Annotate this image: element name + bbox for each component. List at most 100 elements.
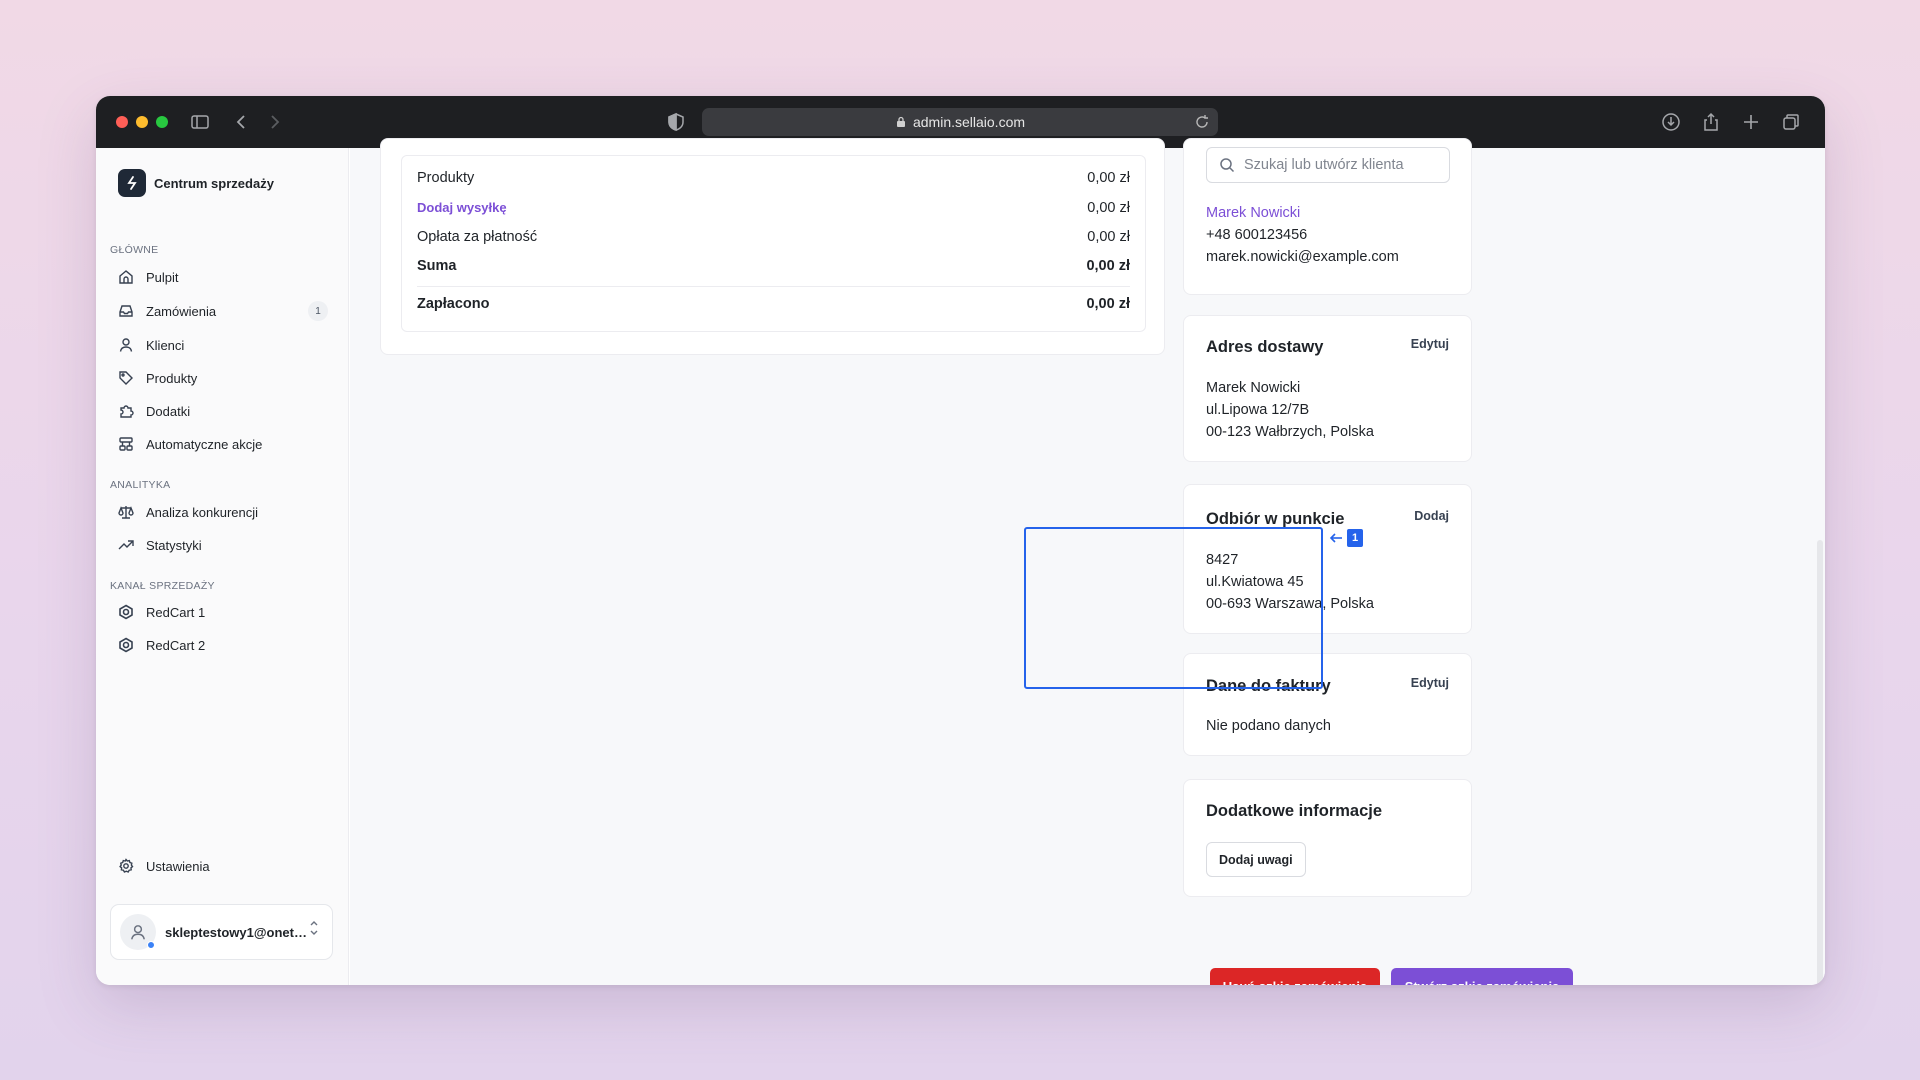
sidebar-item-orders[interactable]: Zamówienia 1 [118,299,328,323]
search-icon [1220,158,1235,173]
browser-window: admin.sellaio.com Centrum sprzedaży GŁÓW… [96,96,1825,985]
summary-label: Opłata za płatność [417,229,538,245]
card-title: Dane do faktury [1206,677,1331,695]
sidebar-item-redcart-2[interactable]: RedCart 2 [118,633,328,657]
sidebar-item-addons[interactable]: Dodatki [118,399,328,423]
summary-row-payment-fee: Opłata za płatność 0,00 zł [417,229,1130,245]
card-title: Odbiór w punkcie [1206,510,1345,528]
address-bar[interactable]: admin.sellaio.com [702,108,1218,136]
sidebar-item-automations[interactable]: Automatyczne akcje [118,432,328,456]
home-icon [118,269,134,285]
summary-label: Zapłacono [417,296,490,312]
summary-row-paid: Zapłacono 0,00 zł [417,296,1130,312]
forward-arrow-icon[interactable] [264,112,284,132]
sidebar-item-customers[interactable]: Klienci [118,333,328,357]
customer-search-input[interactable]: Szukaj lub utwórz klienta [1206,147,1450,183]
pickup-code: 8427 [1206,552,1239,568]
brand-logo-icon [118,169,146,197]
address-name: Marek Nowicki [1206,380,1301,396]
customer-email: marek.nowicki@example.com [1206,249,1399,265]
sidebar-item-label: Ustawienia [146,858,210,874]
summary-value: 0,00 zł [1087,200,1130,216]
trending-up-icon [118,537,134,553]
create-draft-order-button[interactable]: Stwórz szkic zamówienia [1391,968,1573,985]
section-label-analytics: ANALITYKA [110,479,171,491]
summary-value: 0,00 zł [1086,296,1130,312]
hexagon-logo-icon [118,637,134,653]
section-label-channel: KANAŁ SPRZEDAŻY [110,580,215,592]
sidebar-item-settings[interactable]: Ustawienia [118,854,328,878]
sidebar-item-competition[interactable]: Analiza konkurencji [118,500,328,524]
edit-invoice-data-button[interactable]: Edytuj [1411,676,1449,690]
tab-overview-icon[interactable] [1781,112,1801,132]
summary-row-products: Produkty 0,00 zł [417,170,1130,186]
summary-label: Produkty [417,170,475,186]
downloads-icon[interactable] [1661,112,1681,132]
sidebar-item-label: Produkty [146,370,198,386]
gear-icon [118,858,134,874]
summary-row-shipping: Dodaj wysyłkę 0,00 zł [417,200,1130,216]
marker-number: 1 [1347,529,1363,547]
summary-row-total: Suma 0,00 zł [417,258,1130,274]
workflow-icon [118,436,134,452]
window-controls [116,116,168,128]
sidebar-toggle-icon[interactable] [190,112,210,132]
user-icon [118,337,134,353]
customer-phone: +48 600123456 [1206,227,1308,243]
scale-icon [118,504,134,520]
sidebar-item-statistics[interactable]: Statystyki [118,533,328,557]
pickup-city: 00-693 Warszawa, Polska [1206,596,1374,612]
avatar [120,914,156,950]
close-window-button[interactable] [116,116,128,128]
account-switcher[interactable]: skleptestowy1@onet.pl [110,904,333,960]
sidebar-item-products[interactable]: Produkty [118,366,328,390]
customer-card: Szukaj lub utwórz klienta Marek Nowicki … [1183,138,1472,295]
summary-value: 0,00 zł [1087,170,1130,186]
address-city: 00-123 Wałbrzych, Polska [1206,424,1374,440]
invoice-empty-text: Nie podano danych [1206,718,1331,734]
maximize-window-button[interactable] [156,116,168,128]
customer-name-link[interactable]: Marek Nowicki [1206,205,1300,221]
brand-name: Centrum sprzedaży [154,175,274,191]
arrow-left-icon [1329,533,1342,543]
order-summary-table: Produkty 0,00 zł Dodaj wysyłkę 0,00 zł O… [401,155,1146,332]
hexagon-logo-icon [118,604,134,620]
user-icon [131,925,145,940]
add-pickup-point-button[interactable]: Dodaj [1414,509,1449,523]
new-tab-icon[interactable] [1741,112,1761,132]
sidebar-item-label: Klienci [146,337,185,353]
sidebar-item-label: RedCart 2 [146,637,206,653]
sidebar-item-label: RedCart 1 [146,604,206,620]
tag-icon [118,370,134,386]
summary-label: Suma [417,258,457,274]
back-arrow-icon[interactable] [232,112,252,132]
minimize-window-button[interactable] [136,116,148,128]
privacy-shield-icon[interactable] [666,112,686,132]
divider [417,286,1130,287]
scrollbar[interactable] [1817,540,1823,985]
share-icon[interactable] [1701,112,1721,132]
card-title: Dodatkowe informacje [1206,802,1383,820]
sidebar-item-label: Automatyczne akcje [146,436,263,452]
chevron-up-down-icon [310,921,318,935]
add-notes-button[interactable]: Dodaj uwagi [1206,842,1306,877]
delete-draft-order-button[interactable]: Usuń szkic zamówienia [1210,968,1380,985]
address-street: ul.Lipowa 12/7B [1206,402,1310,418]
sidebar-item-redcart-1[interactable]: RedCart 1 [118,600,328,624]
add-shipping-link[interactable]: Dodaj wysyłkę [417,200,507,216]
order-summary-card: Produkty 0,00 zł Dodaj wysyłkę 0,00 zł O… [380,138,1165,355]
shipping-address-card: Adres dostawy Edytuj Marek Nowicki ul.Li… [1183,315,1472,462]
sidebar-item-label: Analiza konkurencji [146,504,259,520]
brand[interactable]: Centrum sprzedaży [118,169,274,197]
sidebar: Centrum sprzedaży GŁÓWNE Pulpit Zamówien… [96,148,349,985]
lock-icon [896,116,905,127]
edit-shipping-address-button[interactable]: Edytuj [1411,337,1449,351]
reload-icon[interactable] [1194,114,1210,130]
invoice-data-card: Dane do faktury Edytuj Nie podano danych [1183,653,1472,756]
section-label-main: GŁÓWNE [110,244,159,256]
sidebar-item-label: Dodatki [146,403,191,419]
search-placeholder: Szukaj lub utwórz klienta [1244,157,1404,173]
sidebar-item-dashboard[interactable]: Pulpit [118,265,328,289]
sidebar-item-label: Zamówienia [146,303,217,319]
sidebar-item-label: Pulpit [146,269,179,285]
